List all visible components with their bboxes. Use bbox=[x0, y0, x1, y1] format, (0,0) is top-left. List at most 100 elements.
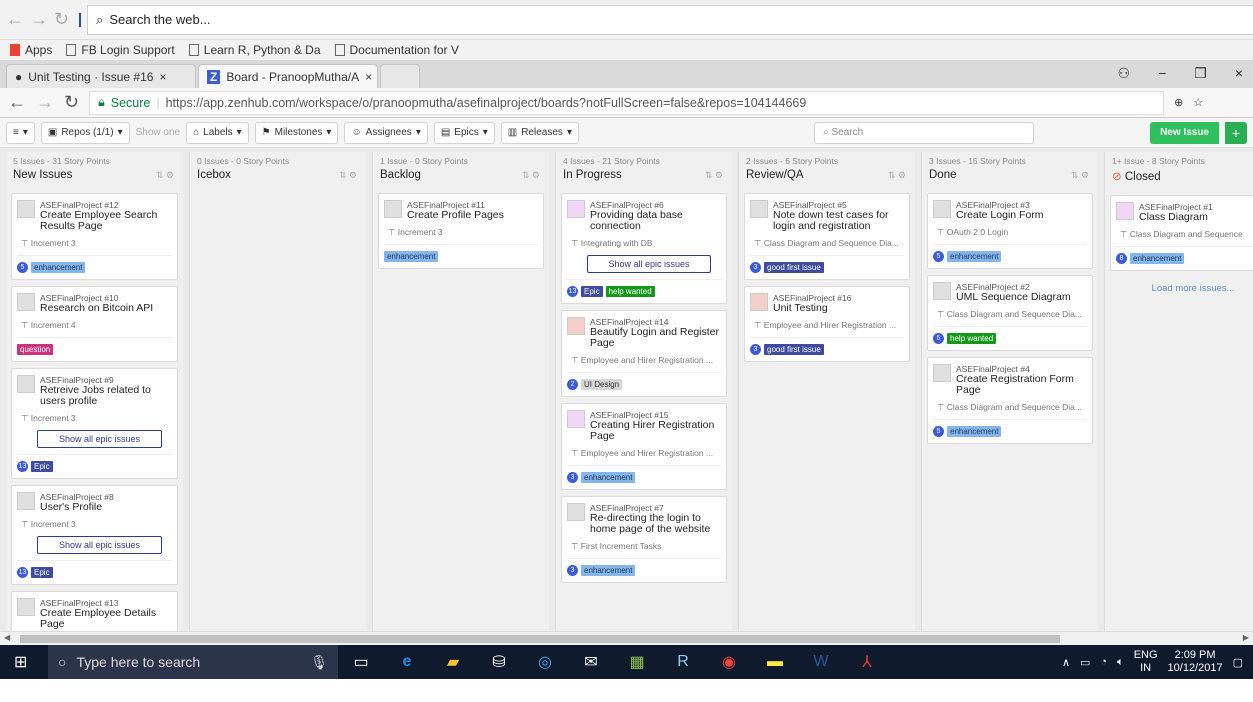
chevron-up-icon[interactable]: ∧ bbox=[1062, 656, 1070, 669]
label-enh[interactable]: enhancement bbox=[947, 251, 1002, 262]
issue-title[interactable]: Create Profile Pages bbox=[407, 210, 504, 221]
label-enh[interactable]: enhancement bbox=[1130, 253, 1185, 264]
label-epic[interactable]: Epic bbox=[31, 461, 53, 472]
bookmark-learn-r[interactable]: Learn R, Python & Da bbox=[188, 43, 321, 57]
label-ui[interactable]: UI Design bbox=[581, 379, 623, 390]
label-q[interactable]: question bbox=[17, 344, 54, 355]
label-help[interactable]: help wanted bbox=[947, 333, 997, 344]
edge-icon[interactable]: e bbox=[384, 653, 430, 671]
label-enh[interactable]: enhancement bbox=[581, 472, 636, 483]
issue-title[interactable]: User's Profile bbox=[40, 502, 114, 513]
issue-card[interactable]: ASEFinalProject #6 Providing data base co… bbox=[561, 193, 727, 304]
issue-card[interactable]: ASEFinalProject #12 Create Employee Searc… bbox=[11, 193, 178, 280]
issue-title[interactable]: Beautify Login and Register Page bbox=[590, 327, 721, 349]
issue-card[interactable]: ASEFinalProject #10 Research on Bitcoin A… bbox=[11, 286, 178, 362]
issue-card[interactable]: ASEFinalProject #15 Creating Hirer Regist… bbox=[561, 403, 727, 490]
zoom-icon[interactable]: ⊕ bbox=[1174, 96, 1183, 109]
issue-card[interactable]: ASEFinalProject #2 UML Sequence Diagram ⊤ … bbox=[927, 275, 1093, 351]
column-sort-icon[interactable]: ⇅ ⚙ bbox=[339, 170, 357, 181]
label-help[interactable]: help wanted bbox=[605, 286, 655, 297]
new-issue-button[interactable]: New Issue bbox=[1150, 121, 1219, 144]
issue-card[interactable]: ASEFinalProject #11 Create Profile Pages ⊤… bbox=[378, 193, 544, 269]
column-sort-icon[interactable]: ⇅ ⚙ bbox=[522, 170, 540, 181]
tab-unit-testing[interactable]: ● Unit Testing · Issue #16 × bbox=[6, 64, 196, 88]
acrobat-icon[interactable]: ⅄ bbox=[844, 652, 890, 672]
user-icon[interactable]: ⚇ bbox=[1118, 65, 1131, 82]
reload-icon[interactable]: ↻ bbox=[64, 92, 79, 113]
notifications-icon[interactable]: ▢ bbox=[1233, 656, 1243, 669]
new-tab-button[interactable] bbox=[380, 64, 420, 88]
issue-title[interactable]: Create Registration Form Page bbox=[956, 374, 1087, 396]
epics-filter[interactable]: ▤ Epics ▾ bbox=[433, 121, 495, 144]
label-enh[interactable]: enhancement bbox=[581, 565, 636, 576]
scroll-left-icon[interactable]: ◀ bbox=[4, 633, 10, 642]
issue-title[interactable]: Re-directing the login to home page of t… bbox=[590, 513, 721, 535]
scroll-right-icon[interactable]: ▶ bbox=[1243, 633, 1249, 642]
issue-card[interactable]: ASEFinalProject #9 Retreive Jobs related … bbox=[11, 368, 178, 479]
sticky-notes-icon[interactable]: ▬ bbox=[752, 653, 798, 671]
back-icon[interactable]: ← bbox=[8, 92, 26, 113]
horizontal-scrollbar[interactable]: ◀ ▶ bbox=[0, 631, 1253, 645]
column-sort-icon[interactable]: ⇅ ⚙ bbox=[1071, 170, 1089, 181]
close-icon[interactable]: × bbox=[159, 70, 166, 84]
issue-card[interactable]: ASEFinalProject #5 Note down test cases f… bbox=[744, 193, 910, 280]
word-icon[interactable]: W bbox=[798, 653, 844, 671]
close-window-icon[interactable]: × bbox=[1235, 65, 1243, 82]
microphone-icon[interactable]: 🎙︎ bbox=[310, 654, 328, 671]
assignees-filter[interactable]: ☺ Assignees ▾ bbox=[344, 121, 428, 144]
chrome-icon[interactable]: ◉ bbox=[706, 652, 752, 672]
restore-icon[interactable]: ❐ bbox=[1194, 65, 1207, 82]
issue-title[interactable]: Note down test cases for login and regis… bbox=[773, 210, 904, 232]
milestones-filter[interactable]: ⚑ Milestones ▾ bbox=[254, 121, 339, 144]
label-enh[interactable]: enhancement bbox=[947, 426, 1002, 437]
issue-title[interactable]: Class Diagram bbox=[1139, 212, 1213, 223]
label-epic[interactable]: Epic bbox=[581, 286, 603, 297]
back-icon[interactable]: ← bbox=[6, 9, 24, 30]
r-studio-icon[interactable]: R bbox=[660, 653, 706, 671]
issue-title[interactable]: Create Employee Details Page bbox=[40, 608, 172, 630]
mail-icon[interactable]: ✉ bbox=[568, 652, 614, 672]
issue-card[interactable]: ASEFinalProject #8 User's Profile ⊤ Increm… bbox=[11, 485, 178, 585]
language-indicator[interactable]: ENG IN bbox=[1134, 649, 1158, 675]
battery-icon[interactable]: ▭ bbox=[1080, 656, 1090, 669]
show-all-epic-issues-button[interactable]: Show all epic issues bbox=[37, 430, 162, 448]
star-icon[interactable]: ☆ bbox=[1193, 96, 1203, 109]
issue-title[interactable]: Creating Hirer Registration Page bbox=[590, 420, 721, 442]
wifi-icon[interactable]: ◔ bbox=[1100, 656, 1107, 668]
load-more-link[interactable]: Load more issues... bbox=[1110, 283, 1253, 294]
close-icon[interactable]: × bbox=[365, 70, 372, 84]
issue-card[interactable]: ASEFinalProject #16 Unit Testing ⊤ Employe… bbox=[744, 286, 910, 362]
url-input[interactable]: 🔒︎ Secure | https://app.zenhub.com/works… bbox=[89, 90, 1165, 115]
issue-title[interactable]: Research on Bitcoin API bbox=[40, 303, 153, 314]
label-good[interactable]: good first issue bbox=[764, 262, 824, 273]
issue-card[interactable]: ASEFinalProject #13 Create Employee Detai… bbox=[11, 591, 178, 631]
issue-title[interactable]: UML Sequence Diagram bbox=[956, 292, 1071, 303]
issue-title[interactable]: Unit Testing bbox=[773, 303, 851, 314]
releases-filter[interactable]: ▥ Releases ▾ bbox=[500, 121, 579, 144]
reload-icon[interactable]: ↻ bbox=[54, 9, 69, 30]
label-enh[interactable]: enhancement bbox=[384, 251, 439, 262]
view-menu-button[interactable]: ≡ ▾ bbox=[6, 121, 35, 144]
issue-title[interactable]: Create Employee Search Results Page bbox=[40, 210, 172, 232]
issue-title[interactable]: Create Login Form bbox=[956, 210, 1044, 221]
clock[interactable]: 2:09 PM 10/12/2017 bbox=[1168, 649, 1223, 675]
repos-filter[interactable]: ▣ Repos (1/1) ▾ bbox=[40, 121, 130, 144]
taskbar-search[interactable]: ○ Type here to search 🎙︎ bbox=[48, 645, 338, 679]
task-view-icon[interactable]: ▭ bbox=[338, 652, 384, 672]
minimize-icon[interactable]: − bbox=[1158, 65, 1166, 82]
scrollbar-thumb[interactable] bbox=[20, 635, 1060, 643]
forward-icon[interactable]: → bbox=[30, 9, 48, 30]
volume-icon[interactable]: 🔈︎ bbox=[1117, 656, 1124, 669]
issue-card[interactable]: ASEFinalProject #4 Create Registration Fo… bbox=[927, 357, 1093, 444]
file-explorer-icon[interactable]: ▰ bbox=[430, 652, 476, 672]
column-sort-icon[interactable]: ⇅ ⚙ bbox=[156, 170, 174, 181]
new-issue-plus-button[interactable]: + bbox=[1225, 121, 1247, 144]
label-enh[interactable]: enhancement bbox=[31, 262, 86, 273]
show-all-epic-issues-button[interactable]: Show all epic issues bbox=[37, 536, 162, 554]
tab-board[interactable]: Z Board - PranoopMutha/A × bbox=[198, 64, 378, 88]
web-search-input[interactable]: ⌕ Search the web... bbox=[87, 4, 1253, 35]
issue-card[interactable]: ASEFinalProject #3 Create Login Form ⊤ OAu… bbox=[927, 193, 1093, 269]
issue-card[interactable]: ASEFinalProject #1 Class Diagram ⊤ Class D… bbox=[1110, 195, 1253, 271]
chart-app-icon[interactable]: ▦ bbox=[614, 652, 660, 672]
show-one-toggle[interactable]: Show one bbox=[136, 127, 180, 138]
